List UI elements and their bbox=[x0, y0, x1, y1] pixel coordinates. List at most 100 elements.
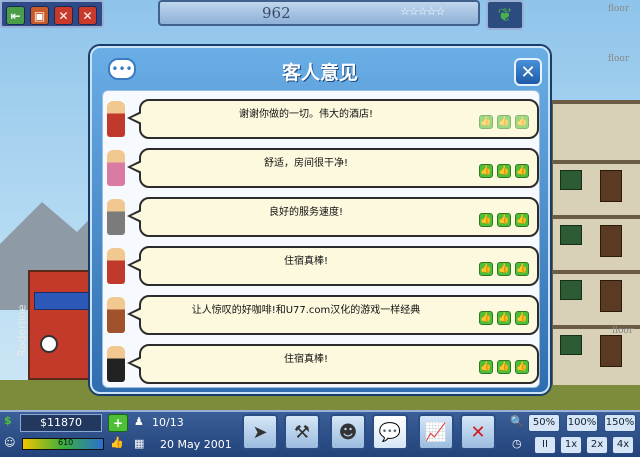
staff-button[interactable]: ☻ bbox=[330, 414, 366, 450]
calendar-icon: ▦ bbox=[134, 437, 145, 450]
guest-feedback-dialog: ••• 客人意见 ✕ 谢谢你做的一切。伟大的酒店! 👍 👍 👍 舒适，房间很干净! 👍 👍 👍… bbox=[90, 46, 550, 394]
room-door[interactable] bbox=[600, 280, 622, 312]
select-cursor-button[interactable]: ➤ bbox=[242, 414, 278, 450]
lobby-room[interactable] bbox=[28, 270, 92, 380]
hotel-score: 962 bbox=[262, 4, 291, 22]
thumbs-up-icon: 👍 bbox=[479, 213, 493, 227]
comment-row: 舒适，房间很干净! 👍 👍 👍 bbox=[103, 146, 541, 196]
statistics-button[interactable]: 📈 bbox=[418, 414, 454, 450]
guest-feedback-button[interactable]: 💬 bbox=[372, 414, 408, 450]
money-icon: $ bbox=[4, 414, 12, 427]
room-door[interactable] bbox=[600, 170, 622, 202]
demolish-button[interactable]: ✕ bbox=[460, 414, 496, 450]
guest-icon: ♟ bbox=[134, 415, 144, 428]
comment-bubble: 良好的服务速度! 👍 👍 👍 bbox=[127, 197, 539, 237]
guest-avatar bbox=[107, 248, 125, 284]
floor-label: floor bbox=[608, 54, 630, 64]
comment-row: 让人惊叹的好咖啡!和U77.com汉化的游戏一样经典 👍 👍 👍 bbox=[103, 293, 541, 343]
thumbs-up-icon: 👍 bbox=[479, 360, 493, 374]
money-value: $11870 bbox=[40, 416, 82, 429]
comment-row: 住宿真棒! 👍 👍 👍 bbox=[103, 342, 541, 392]
guest-avatar bbox=[107, 150, 125, 186]
zoom-50-button[interactable]: 50% bbox=[528, 414, 560, 432]
clock-speed-icon: ◷ bbox=[512, 437, 522, 450]
thumbs-up-icon: 👍 bbox=[479, 115, 493, 129]
comment-row: 住宿真棒! 👍 👍 👍 bbox=[103, 244, 541, 294]
comment-row: 良好的服务速度! 👍 👍 👍 bbox=[103, 195, 541, 245]
thumbs-up-icon: 👍 bbox=[515, 262, 529, 276]
guest-avatar bbox=[107, 346, 125, 382]
thumbs-up-icon: 👍 bbox=[515, 360, 529, 374]
comment-text: 住宿真棒! bbox=[283, 256, 328, 267]
zoom-100-button[interactable]: 100% bbox=[566, 414, 598, 432]
rating-thumbs: 👍 👍 👍 bbox=[479, 262, 529, 276]
thumbs-up-icon: 👍 bbox=[497, 311, 511, 325]
dialog-title: 客人意见 bbox=[281, 62, 358, 84]
score-bar: 962 ☆☆☆☆☆ bbox=[158, 0, 480, 26]
comment-bubble: 让人惊叹的好咖啡!和U77.com汉化的游戏一样经典 👍 👍 👍 bbox=[127, 295, 539, 335]
build-hammer-button[interactable]: ⚒ bbox=[284, 414, 320, 450]
hotel-stars: ☆☆☆☆☆ bbox=[400, 5, 445, 18]
comment-text: 良好的服务速度! bbox=[268, 207, 343, 218]
thumbs-up-icon: 👍 bbox=[497, 262, 511, 276]
speed-1x-button[interactable]: 1x bbox=[560, 436, 582, 454]
rating-thumbs: 👍 👍 👍 bbox=[479, 164, 529, 178]
thumbs-up-icon: 👍 bbox=[479, 311, 493, 325]
guest-count: 10/13 bbox=[152, 416, 184, 429]
floor-divider bbox=[553, 100, 640, 104]
room-window bbox=[560, 335, 582, 355]
close-button[interactable]: ✕ bbox=[514, 58, 542, 86]
sound-off-icon[interactable]: ✕ bbox=[54, 6, 73, 25]
room-door[interactable] bbox=[600, 225, 622, 257]
comment-row: 谢谢你做的一切。伟大的酒店! 👍 👍 👍 bbox=[103, 97, 541, 147]
comment-bubble: 舒适，房间很干净! 👍 👍 👍 bbox=[127, 148, 539, 188]
add-money-button[interactable]: + bbox=[108, 414, 128, 432]
exit-icon[interactable]: ⇤ bbox=[6, 6, 25, 25]
comment-text: 舒适，房间很干净! bbox=[263, 158, 348, 169]
rating-thumbs: 👍 👍 👍 bbox=[479, 115, 529, 129]
speed-4x-button[interactable]: 4x bbox=[612, 436, 634, 454]
comment-text: 让人惊叹的好咖啡!和U77.com汉化的游戏一样经典 bbox=[191, 305, 421, 316]
guest-avatar bbox=[107, 297, 125, 333]
comment-text: 住宿真棒! bbox=[283, 354, 328, 365]
guest-avatar bbox=[107, 199, 125, 235]
comment-bubble: 住宿真棒! 👍 👍 👍 bbox=[127, 246, 539, 286]
building-side-text: Roderline bbox=[15, 304, 29, 357]
speed-2x-button[interactable]: 2x bbox=[586, 436, 608, 454]
clock-icon bbox=[40, 335, 58, 353]
thumbs-up-icon: 👍 bbox=[497, 360, 511, 374]
comment-list: 谢谢你做的一切。伟大的酒店! 👍 👍 👍 舒适，房间很干净! 👍 👍 👍 良好的服务速度! 👍 👍 👍… bbox=[102, 90, 540, 388]
thumb-icon: 👍 bbox=[110, 436, 124, 449]
current-date: 20 May 2001 bbox=[160, 438, 232, 451]
thumbs-up-icon: 👍 bbox=[497, 115, 511, 129]
thumbs-up-icon: 👍 bbox=[479, 164, 493, 178]
comment-bubble: 住宿真棒! 👍 👍 👍 bbox=[127, 344, 539, 384]
room-door[interactable] bbox=[600, 335, 622, 367]
rating-thumbs: 👍 👍 👍 bbox=[479, 311, 529, 325]
floor-label: floor bbox=[612, 326, 634, 336]
pause-button[interactable]: II bbox=[534, 436, 556, 454]
dragon-icon[interactable]: ❦ bbox=[486, 0, 524, 30]
comment-bubble: 谢谢你做的一切。伟大的酒店! 👍 👍 👍 bbox=[127, 99, 539, 139]
room-window bbox=[560, 225, 582, 245]
zoom-icon: 🔍 bbox=[510, 415, 524, 428]
guest-avatar bbox=[107, 101, 125, 137]
floor-label: floor bbox=[608, 4, 630, 14]
thumbs-up-icon: 👍 bbox=[497, 213, 511, 227]
floor-divider bbox=[553, 270, 640, 274]
rating-thumbs: 👍 👍 👍 bbox=[479, 213, 529, 227]
zoom-150-button[interactable]: 150% bbox=[604, 414, 636, 432]
top-toolbar: ⇤ ▣ ✕ ✕ bbox=[0, 0, 104, 28]
thumbs-up-icon: 👍 bbox=[515, 311, 529, 325]
room-window bbox=[560, 280, 582, 300]
comment-text: 谢谢你做的一切。伟大的酒店! bbox=[238, 109, 373, 120]
thumbs-up-icon: 👍 bbox=[479, 262, 493, 276]
save-icon[interactable]: ▣ bbox=[30, 6, 49, 25]
thumbs-up-icon: 👍 bbox=[497, 164, 511, 178]
satisfaction-icon: ☺ bbox=[4, 436, 16, 449]
room-window bbox=[560, 170, 582, 190]
floor-divider bbox=[553, 215, 640, 219]
thumbs-up-icon: 👍 bbox=[515, 115, 529, 129]
music-off-icon[interactable]: ✕ bbox=[78, 6, 97, 25]
rating-thumbs: 👍 👍 👍 bbox=[479, 360, 529, 374]
